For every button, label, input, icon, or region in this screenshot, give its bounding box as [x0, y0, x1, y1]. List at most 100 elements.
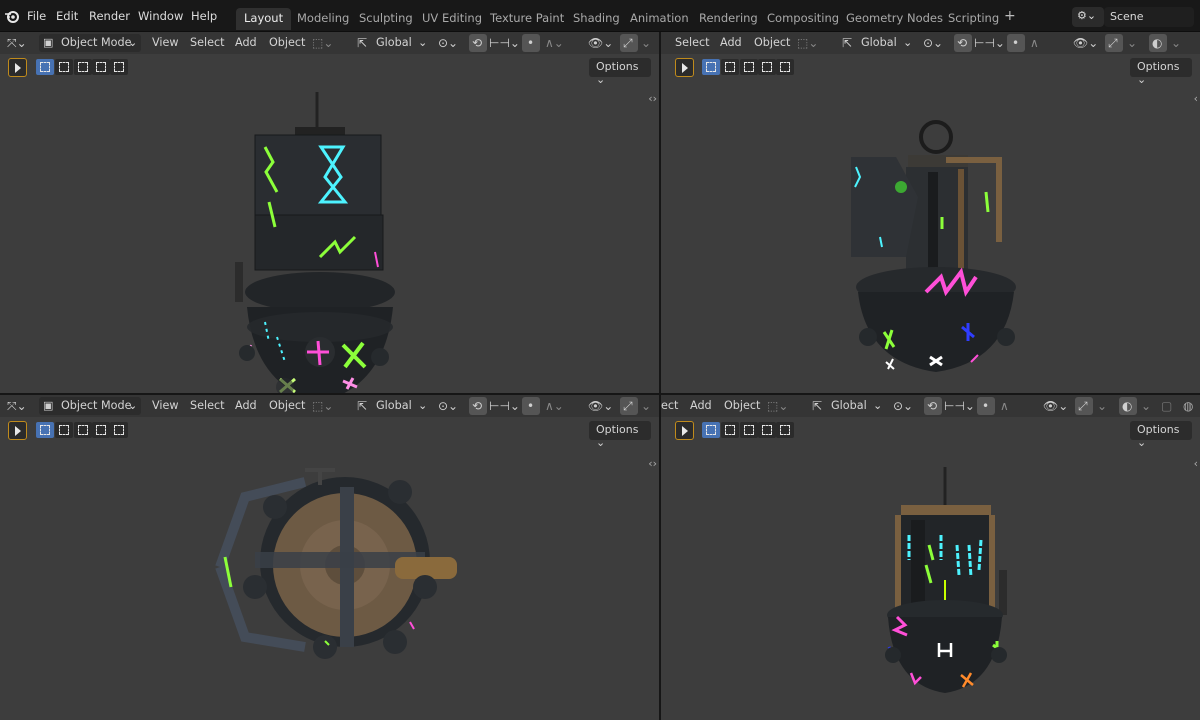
- editor-type-icon[interactable]: ⤧⌄: [7, 35, 27, 51]
- menu-window[interactable]: Window: [138, 9, 183, 23]
- menu-select[interactable]: Select: [675, 36, 710, 49]
- select-extend-icon[interactable]: [55, 59, 73, 75]
- snap-target-icon[interactable]: ⊢⊣⌄: [489, 35, 520, 51]
- falloff-icon[interactable]: ∧⌄: [545, 35, 564, 51]
- menu-view[interactable]: View: [152, 399, 179, 412]
- viewport-bottom-right[interactable]: ect Add Object ⬚⌄ ⇱ Global ⌄ ⊙⌄ ⟲ ⊢⊣⌄ • …: [661, 395, 1200, 720]
- transform-icon[interactable]: ⬚⌄: [797, 35, 818, 51]
- scene-name-field[interactable]: Scene: [1104, 7, 1194, 27]
- select-intersect-icon[interactable]: [776, 59, 794, 75]
- menu-edit[interactable]: Edit: [56, 9, 78, 23]
- visibility-icon[interactable]: 👁⌄: [588, 398, 613, 414]
- options-dropdown[interactable]: Options ⌄: [589, 421, 651, 449]
- pivot-point-icon[interactable]: ⊙⌄: [438, 398, 458, 414]
- select-tool-button[interactable]: [675, 58, 694, 77]
- menu-file[interactable]: File: [27, 9, 46, 23]
- visibility-icon[interactable]: 👁⌄: [1043, 398, 1068, 414]
- transform-pivot-icon[interactable]: ⇱: [357, 35, 367, 51]
- falloff-icon[interactable]: ∧⌄: [545, 398, 564, 414]
- select-extend-icon[interactable]: [55, 422, 73, 438]
- select-subtract-icon[interactable]: [74, 422, 92, 438]
- falloff-icon[interactable]: ∧: [1000, 398, 1009, 414]
- chevron-down-icon[interactable]: ⌄: [1127, 35, 1137, 51]
- tab-sculpting[interactable]: Sculpting: [351, 8, 421, 30]
- select-box-icon[interactable]: [36, 59, 54, 75]
- tab-layout[interactable]: Layout: [236, 8, 292, 30]
- menu-add[interactable]: Add: [235, 399, 257, 412]
- select-box-icon[interactable]: [702, 59, 720, 75]
- area-divider-horizontal[interactable]: [0, 393, 1200, 395]
- falloff-icon[interactable]: ∧: [1030, 35, 1039, 51]
- menu-object[interactable]: Object: [269, 399, 305, 412]
- orientation-dropdown[interactable]: Global: [376, 36, 412, 49]
- transform-icon[interactable]: ⬚⌄: [312, 35, 333, 51]
- xray-icon[interactable]: ▢: [1161, 398, 1172, 414]
- options-dropdown[interactable]: Options ⌄: [589, 58, 651, 86]
- menu-select[interactable]: ect: [661, 399, 678, 412]
- sidebar-toggle-icon[interactable]: ‹: [1194, 457, 1198, 470]
- scene-selector-button[interactable]: ⚙⌄: [1072, 7, 1104, 27]
- chevron-down-icon[interactable]: ⌄: [1171, 35, 1181, 51]
- tab-geometry-nodes[interactable]: Geometry Nodes: [838, 8, 951, 30]
- visibility-icon[interactable]: 👁⌄: [588, 35, 613, 51]
- shading-solid-icon[interactable]: ◍: [1183, 398, 1193, 414]
- menu-render[interactable]: Render: [89, 9, 130, 23]
- options-dropdown[interactable]: Options ⌄: [1130, 58, 1192, 86]
- snap-target-icon[interactable]: ⊢⊣⌄: [944, 398, 975, 414]
- transform-icon[interactable]: ⬚⌄: [767, 398, 788, 414]
- sidebar-toggle-icon[interactable]: ‹›: [648, 92, 657, 105]
- orientation-dropdown[interactable]: Global: [831, 399, 867, 412]
- select-invert-icon[interactable]: [758, 422, 776, 438]
- select-intersect-icon[interactable]: [110, 422, 128, 438]
- menu-add[interactable]: Add: [720, 36, 742, 49]
- pivot-point-icon[interactable]: ⊙⌄: [438, 35, 458, 51]
- orientation-dropdown[interactable]: Global: [376, 399, 412, 412]
- tab-animation[interactable]: Animation: [622, 8, 697, 30]
- select-subtract-icon[interactable]: [74, 59, 92, 75]
- tab-rendering[interactable]: Rendering: [691, 8, 766, 30]
- menu-add[interactable]: Add: [690, 399, 712, 412]
- select-extend-icon[interactable]: [721, 422, 739, 438]
- transform-pivot-icon[interactable]: ⇱: [842, 35, 852, 51]
- select-tool-button[interactable]: [8, 58, 27, 77]
- select-intersect-icon[interactable]: [776, 422, 794, 438]
- editor-type-icon[interactable]: ⤧⌄: [7, 398, 27, 414]
- chevron-down-icon[interactable]: ⌄: [641, 35, 651, 51]
- transform-pivot-icon[interactable]: ⇱: [357, 398, 367, 414]
- transform-pivot-icon[interactable]: ⇱: [812, 398, 822, 414]
- snap-target-icon[interactable]: ⊢⊣⌄: [974, 35, 1005, 51]
- visibility-icon[interactable]: 👁⌄: [1073, 35, 1098, 51]
- menu-help[interactable]: Help: [191, 9, 217, 23]
- chevron-down-icon[interactable]: ⌄: [1097, 398, 1107, 414]
- menu-select[interactable]: Select: [190, 399, 225, 412]
- viewport-top-right[interactable]: Select Add Object ⬚⌄ ⇱ Global ⌄ ⊙⌄ ⟲ ⊢⊣⌄…: [661, 32, 1200, 393]
- options-dropdown[interactable]: Options ⌄: [1130, 421, 1192, 449]
- select-intersect-icon[interactable]: [110, 59, 128, 75]
- viewport-bottom-left[interactable]: ⤧⌄ ▣ Object Mode ⌄ View Select Add Objec…: [0, 395, 659, 720]
- select-tool-button[interactable]: [675, 421, 694, 440]
- menu-object[interactable]: Object: [269, 36, 305, 49]
- snap-target-icon[interactable]: ⊢⊣⌄: [489, 398, 520, 414]
- select-extend-icon[interactable]: [721, 59, 739, 75]
- menu-object[interactable]: Object: [754, 36, 790, 49]
- tab-compositing[interactable]: Compositing: [759, 8, 847, 30]
- menu-object[interactable]: Object: [724, 399, 760, 412]
- tab-shading[interactable]: Shading: [565, 8, 628, 30]
- select-invert-icon[interactable]: [92, 422, 110, 438]
- blender-logo-icon[interactable]: [4, 8, 20, 24]
- viewport-top-left[interactable]: ⤧⌄ ▣ Object Mode ⌄ View Select Add Objec…: [0, 32, 659, 393]
- add-workspace-icon[interactable]: +: [1004, 8, 1016, 24]
- pivot-point-icon[interactable]: ⊙⌄: [893, 398, 913, 414]
- sidebar-toggle-icon[interactable]: ‹: [1194, 92, 1198, 105]
- select-subtract-icon[interactable]: [740, 422, 758, 438]
- menu-select[interactable]: Select: [190, 36, 225, 49]
- tab-uv-editing[interactable]: UV Editing: [414, 8, 490, 30]
- select-tool-button[interactable]: [8, 421, 27, 440]
- select-box-icon[interactable]: [36, 422, 54, 438]
- pivot-point-icon[interactable]: ⊙⌄: [923, 35, 943, 51]
- select-invert-icon[interactable]: [758, 59, 776, 75]
- menu-view[interactable]: View: [152, 36, 179, 49]
- select-box-icon[interactable]: [702, 422, 720, 438]
- select-invert-icon[interactable]: [92, 59, 110, 75]
- tab-modeling[interactable]: Modeling: [289, 8, 357, 30]
